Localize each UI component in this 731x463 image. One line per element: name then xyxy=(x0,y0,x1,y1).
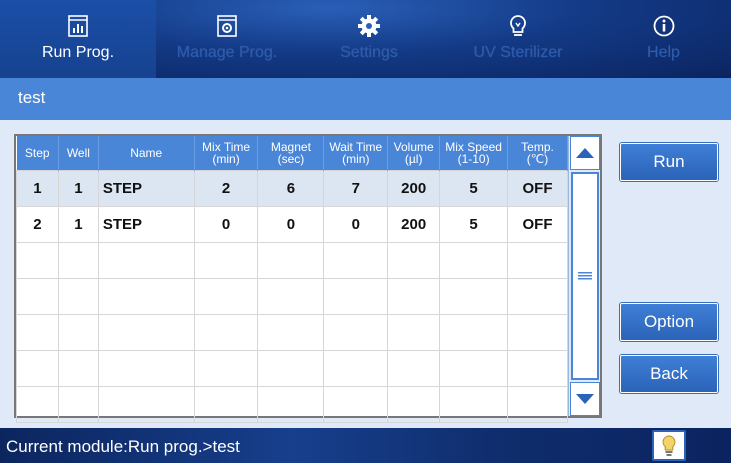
cell-well: 1 xyxy=(57,205,99,243)
step-table: Step Well Name Mix Time (min) Magnet (sec)… xyxy=(16,136,568,423)
tab-label: Settings xyxy=(340,44,398,61)
top-tab-bar: Run Prog. Manage Prog. Settings UV Steri… xyxy=(0,0,731,78)
cell-magnet: 6 xyxy=(257,169,325,207)
cell-wait-time: 7 xyxy=(323,169,389,207)
cell-step: 2 xyxy=(16,205,59,243)
header-mix-time: Mix Time (min) xyxy=(194,136,259,170)
option-button[interactable]: Option xyxy=(620,303,718,341)
tab-manage-prog[interactable]: Manage Prog. xyxy=(156,0,298,78)
lightbulb-icon xyxy=(662,434,676,456)
lightbulb-icon xyxy=(508,14,528,38)
program-title-bar: test xyxy=(0,78,731,120)
arrow-up-icon xyxy=(576,148,594,158)
program-title: test xyxy=(18,88,46,107)
info-icon xyxy=(653,14,675,38)
empty-row[interactable] xyxy=(16,385,568,423)
cell-mix-speed: 5 xyxy=(439,205,509,243)
cell-magnet: 0 xyxy=(257,205,325,243)
cell-temp: OFF xyxy=(507,205,568,243)
table-row[interactable]: 2 1 STEP 0 0 0 200 5 OFF xyxy=(16,205,568,243)
scroll-down-button[interactable] xyxy=(570,382,600,416)
gear-icon xyxy=(357,14,381,38)
light-toggle-button[interactable] xyxy=(652,430,686,461)
status-bar: Current module:Run prog.>test xyxy=(0,428,731,463)
tab-label: Manage Prog. xyxy=(176,44,278,61)
tab-label: Run Prog. xyxy=(41,44,115,61)
step-table-frame: Step Well Name Mix Time (min) Magnet (sec)… xyxy=(14,134,602,423)
header-wait-time: Wait Time (min) xyxy=(323,136,389,170)
tab-label: Help xyxy=(647,44,680,61)
header-volume: Volume (µl) xyxy=(387,136,441,170)
cell-mix-time: 0 xyxy=(193,205,259,243)
cell-temp: OFF xyxy=(507,169,568,207)
table-row[interactable]: 1 1 STEP 2 6 7 200 5 OFF xyxy=(16,169,568,207)
cell-well: 1 xyxy=(57,169,99,207)
grip-icon xyxy=(578,272,592,280)
run-button[interactable]: Run xyxy=(620,143,718,181)
status-text: Current module:Run prog.>test xyxy=(6,437,240,456)
cell-mix-speed: 5 xyxy=(439,169,509,207)
empty-row[interactable] xyxy=(16,241,568,279)
header-name: Name xyxy=(98,136,195,170)
cell-name: STEP xyxy=(97,205,195,243)
tab-run-prog[interactable]: Run Prog. xyxy=(0,0,156,78)
program-icon xyxy=(217,14,237,38)
header-magnet: Magnet (sec) xyxy=(257,136,325,170)
cell-volume: 200 xyxy=(387,205,441,243)
tab-label: UV Sterilizer xyxy=(473,44,563,61)
back-button[interactable]: Back xyxy=(620,355,718,393)
cell-name: STEP xyxy=(97,169,195,207)
empty-row[interactable] xyxy=(16,313,568,351)
empty-row[interactable] xyxy=(16,277,568,315)
cell-volume: 200 xyxy=(387,169,441,207)
cell-wait-time: 0 xyxy=(323,205,389,243)
arrow-down-icon xyxy=(576,394,594,404)
header-well: Well xyxy=(58,136,99,170)
header-temp: Temp. (℃) xyxy=(507,136,568,170)
scroll-thumb[interactable] xyxy=(571,172,599,380)
table-scrollbar[interactable] xyxy=(568,136,600,416)
cell-step: 1 xyxy=(16,169,59,207)
chart-icon xyxy=(68,14,88,38)
header-step: Step xyxy=(16,136,59,170)
tab-uv-sterilizer[interactable]: UV Sterilizer xyxy=(440,0,596,78)
cell-mix-time: 2 xyxy=(193,169,259,207)
tab-settings[interactable]: Settings xyxy=(298,0,440,78)
empty-row[interactable] xyxy=(16,349,568,387)
table-header-row: Step Well Name Mix Time (min) Magnet (sec)… xyxy=(16,136,568,170)
scroll-up-button[interactable] xyxy=(570,136,600,170)
header-mix-speed: Mix Speed (1-10) xyxy=(439,136,509,170)
tab-help[interactable]: Help xyxy=(596,0,731,78)
